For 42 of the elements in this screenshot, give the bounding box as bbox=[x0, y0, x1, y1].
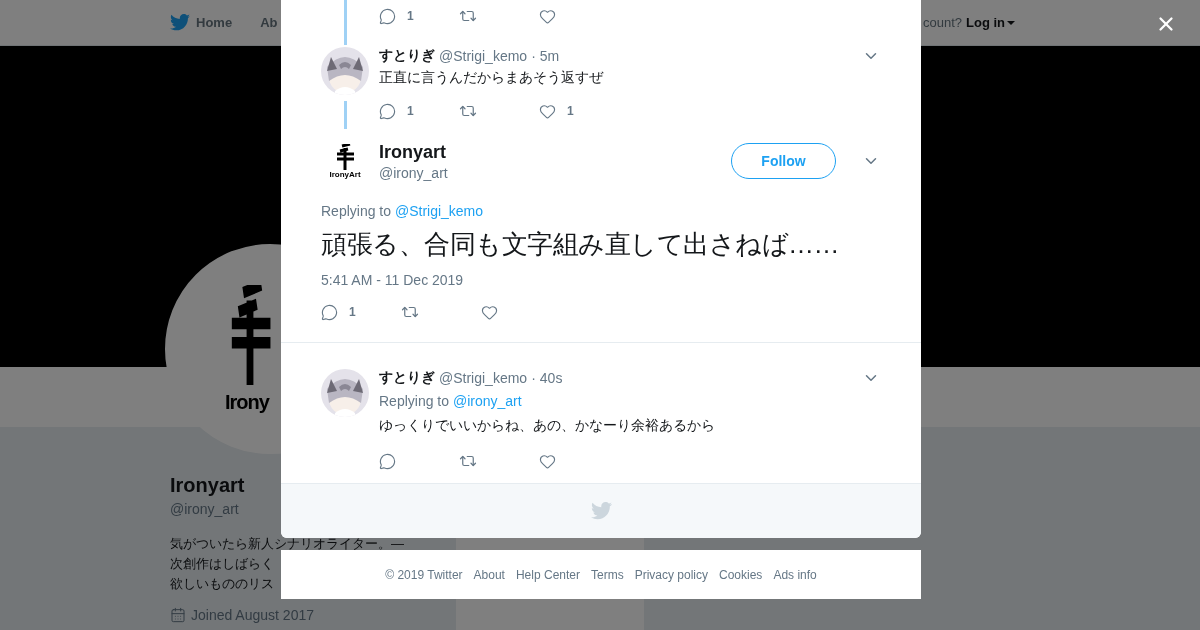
profile-name: Ironyart bbox=[170, 474, 246, 497]
mention-link[interactable]: @irony_art bbox=[452, 393, 522, 409]
footer-link[interactable]: Ads info bbox=[773, 567, 817, 582]
follow-button[interactable]: Follow bbox=[731, 143, 836, 179]
separator-dot: · bbox=[531, 48, 536, 64]
footer-link[interactable]: Terms bbox=[591, 567, 624, 582]
nav-link[interactable]: Ab bbox=[260, 15, 278, 30]
footer-link[interactable]: About bbox=[473, 567, 505, 582]
footer-link[interactable]: Privacy policy bbox=[634, 567, 708, 582]
logo-text: Irony bbox=[225, 390, 269, 414]
tweet-time[interactable]: 40s bbox=[539, 370, 563, 386]
login-link[interactable]: Log in bbox=[966, 15, 1015, 30]
tweet-text: 正直に言うんだからまあそう返すぜ bbox=[379, 69, 605, 87]
footer-link[interactable]: Cookies bbox=[719, 567, 763, 582]
replying-to-text: Replying to @Strigi_kemo bbox=[321, 203, 485, 219]
footer-link[interactable]: Help Center bbox=[515, 567, 580, 582]
bio-line: 気がついたら新人シナリオライター。— bbox=[170, 535, 404, 553]
mention-link[interactable]: @Strigi_kemo bbox=[394, 203, 484, 219]
tweet-timestamp[interactable]: 5:41 AM - 11 Dec 2019 bbox=[321, 272, 880, 288]
user-handle[interactable]: @Strigi_kemo bbox=[439, 370, 528, 386]
replying-to-text: Replying to @irony_art bbox=[379, 393, 523, 409]
nav-link[interactable]: Home bbox=[170, 14, 233, 31]
user-name[interactable]: すとりぎ bbox=[379, 47, 435, 65]
tweet-text: ゆっくりでいいからね、あの、かなーり余裕あるから bbox=[379, 417, 716, 435]
like-count: 1 bbox=[567, 104, 574, 118]
user-name[interactable]: すとりぎ bbox=[379, 369, 435, 387]
account-prompt: count? bbox=[922, 15, 962, 30]
bio-line: 欲しいもののリス bbox=[170, 575, 274, 593]
tweet-time[interactable]: 5m bbox=[539, 48, 560, 64]
reply-count: 1 bbox=[349, 305, 356, 319]
reply-count: 1 bbox=[407, 9, 414, 23]
separator-dot: · bbox=[531, 370, 536, 386]
user-handle[interactable]: @irony_art bbox=[379, 164, 448, 181]
profile-handle: @irony_art bbox=[170, 501, 240, 517]
logo-text: IronyArt bbox=[329, 169, 361, 179]
joined-date: Joined August 2017 bbox=[191, 607, 314, 623]
bio-line: 次創作はしばらく bbox=[170, 555, 274, 573]
tweet-text: 頑張る、合同も文字組み直して出さねば…… bbox=[321, 228, 840, 261]
footer-link[interactable]: © 2019 Twitter bbox=[385, 567, 463, 582]
user-handle[interactable]: @Strigi_kemo bbox=[439, 48, 528, 64]
reply-count: 1 bbox=[407, 104, 414, 118]
user-name[interactable]: Ironyart bbox=[379, 141, 448, 163]
